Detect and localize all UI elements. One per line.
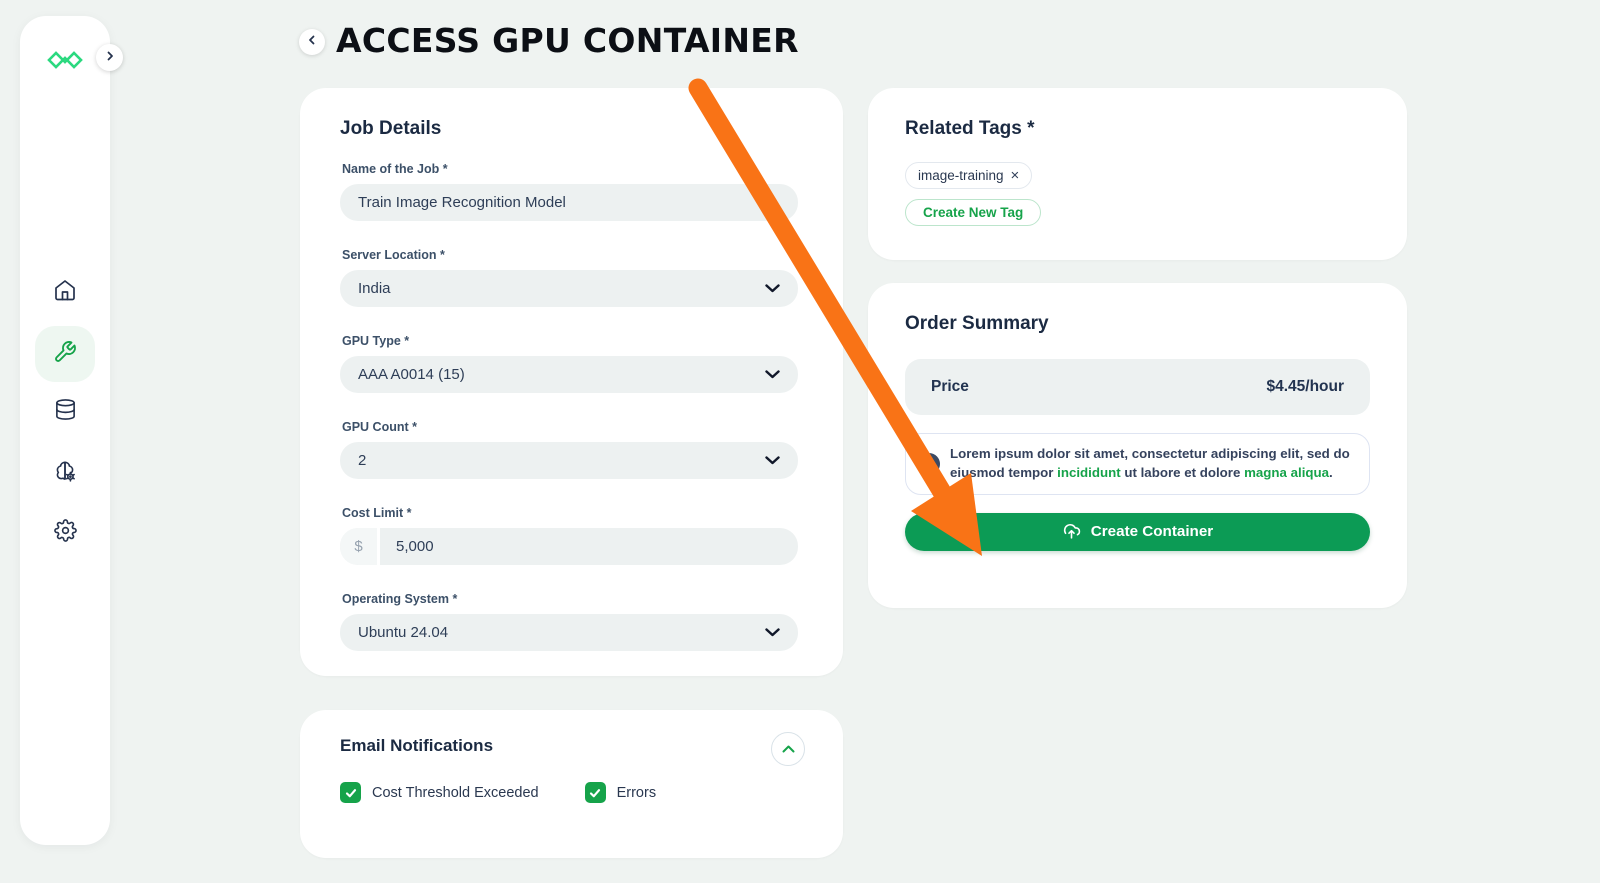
collapse-section-button[interactable] <box>771 732 805 766</box>
order-summary-heading: Order Summary <box>905 313 1049 334</box>
name-of-job-input[interactable]: Train Image Recognition Model <box>340 184 798 221</box>
info-box: i Lorem ipsum dolor sit amet, consectetu… <box>905 433 1370 495</box>
job-details-heading: Job Details <box>340 118 442 139</box>
chevron-right-icon <box>104 49 116 67</box>
info-text: Lorem ipsum dolor sit amet, consectetur … <box>950 445 1353 483</box>
chevron-down-icon <box>765 452 780 469</box>
chevron-left-icon <box>306 33 318 51</box>
notification-options: Cost Threshold Exceeded Errors <box>340 782 803 803</box>
currency-prefix: $ <box>340 528 380 565</box>
field-group-gpu-type: GPU Type * AAA A0014 (15) <box>340 334 798 393</box>
check-icon <box>589 788 601 797</box>
job-details-card: Job Details Name of the Job * Train Imag… <box>300 88 843 676</box>
cost-threshold-label: Cost Threshold Exceeded <box>372 784 539 801</box>
chevron-down-icon <box>765 366 780 383</box>
gpu-type-select[interactable]: AAA A0014 (15) <box>340 356 798 393</box>
sidebar <box>20 16 110 845</box>
cloud-upload-icon <box>1062 523 1081 540</box>
errors-checkbox[interactable] <box>584 782 606 803</box>
tag-pill: image-training × <box>905 162 1033 189</box>
home-icon <box>53 278 77 307</box>
info-text-highlight: incididunt <box>1057 464 1121 480</box>
operating-system-value: Ubuntu 24.04 <box>358 624 449 641</box>
field-group-os: Operating System * Ubuntu 24.04 <box>340 592 798 651</box>
sidebar-item-home[interactable] <box>35 266 95 318</box>
field-group-name: Name of the Job * Train Image Recognitio… <box>340 162 798 221</box>
price-value: $4.45/hour <box>1266 378 1344 395</box>
back-button[interactable] <box>299 29 325 55</box>
create-container-button[interactable]: Create Container <box>905 512 1370 551</box>
page-title: ACCESS GPU CONTAINER <box>336 21 799 60</box>
cost-limit-input[interactable]: $ 5,000 <box>340 528 798 565</box>
infinity-logo-icon <box>45 48 85 77</box>
create-new-tag-button[interactable]: Create New Tag <box>905 199 1042 226</box>
sidebar-item-ai[interactable] <box>35 447 95 499</box>
gpu-type-label: GPU Type * <box>342 334 410 348</box>
wrench-icon <box>53 340 77 369</box>
operating-system-select[interactable]: Ubuntu 24.04 <box>340 614 798 651</box>
gpu-count-value: 2 <box>358 452 367 469</box>
check-icon <box>345 788 356 797</box>
cost-threshold-checkbox[interactable] <box>340 782 361 803</box>
price-row: Price $4.45/hour <box>905 359 1370 415</box>
info-text-part: . <box>1329 464 1333 480</box>
info-text-part: ut labore et dolore <box>1120 464 1245 480</box>
sidebar-expand-button[interactable] <box>96 44 123 71</box>
errors-label: Errors <box>616 784 657 801</box>
name-of-job-value: Train Image Recognition Model <box>358 194 566 211</box>
server-location-select[interactable]: India <box>340 270 798 307</box>
gpu-count-select[interactable]: 2 <box>340 442 798 479</box>
field-group-gpu-count: GPU Count * 2 <box>340 420 798 479</box>
sidebar-item-storage[interactable] <box>35 386 95 438</box>
email-notifications-heading: Email Notifications <box>340 736 494 755</box>
errors-option: Errors <box>584 782 657 803</box>
chevron-up-icon <box>782 740 795 758</box>
price-label: Price <box>931 378 969 395</box>
order-summary-card: Order Summary Price $4.45/hour i Lorem i… <box>868 283 1407 608</box>
chevron-down-icon <box>765 624 780 641</box>
operating-system-label: Operating System * <box>342 592 458 606</box>
server-location-value: India <box>358 280 391 297</box>
field-group-cost-limit: Cost Limit * $ 5,000 <box>340 506 798 565</box>
email-notifications-card: Email Notifications Cost Threshold Excee… <box>300 710 843 858</box>
server-location-label: Server Location * <box>342 248 445 262</box>
related-tags-heading: Related Tags * <box>905 118 1035 139</box>
info-icon: i <box>918 452 940 475</box>
sidebar-item-tools[interactable] <box>35 326 95 382</box>
cost-limit-value: 5,000 <box>396 538 434 555</box>
ai-brain-icon <box>52 458 78 489</box>
sidebar-item-settings[interactable] <box>35 507 95 559</box>
tag-label: image-training <box>918 168 1004 183</box>
remove-tag-icon[interactable]: × <box>1011 168 1020 183</box>
create-container-label: Create Container <box>1090 523 1214 541</box>
gpu-type-value: AAA A0014 (15) <box>358 366 465 383</box>
related-tags-card: Related Tags * image-training × Create N… <box>868 88 1407 260</box>
name-of-job-label: Name of the Job * <box>342 162 448 176</box>
database-icon <box>54 398 77 426</box>
gear-icon <box>53 519 77 547</box>
field-group-server-location: Server Location * India <box>340 248 798 307</box>
chevron-down-icon <box>765 280 780 297</box>
cost-threshold-option: Cost Threshold Exceeded <box>340 782 539 803</box>
info-text-highlight: magna aliqua <box>1244 464 1330 480</box>
cost-limit-label: Cost Limit * <box>342 506 412 520</box>
gpu-count-label: GPU Count * <box>342 420 417 434</box>
